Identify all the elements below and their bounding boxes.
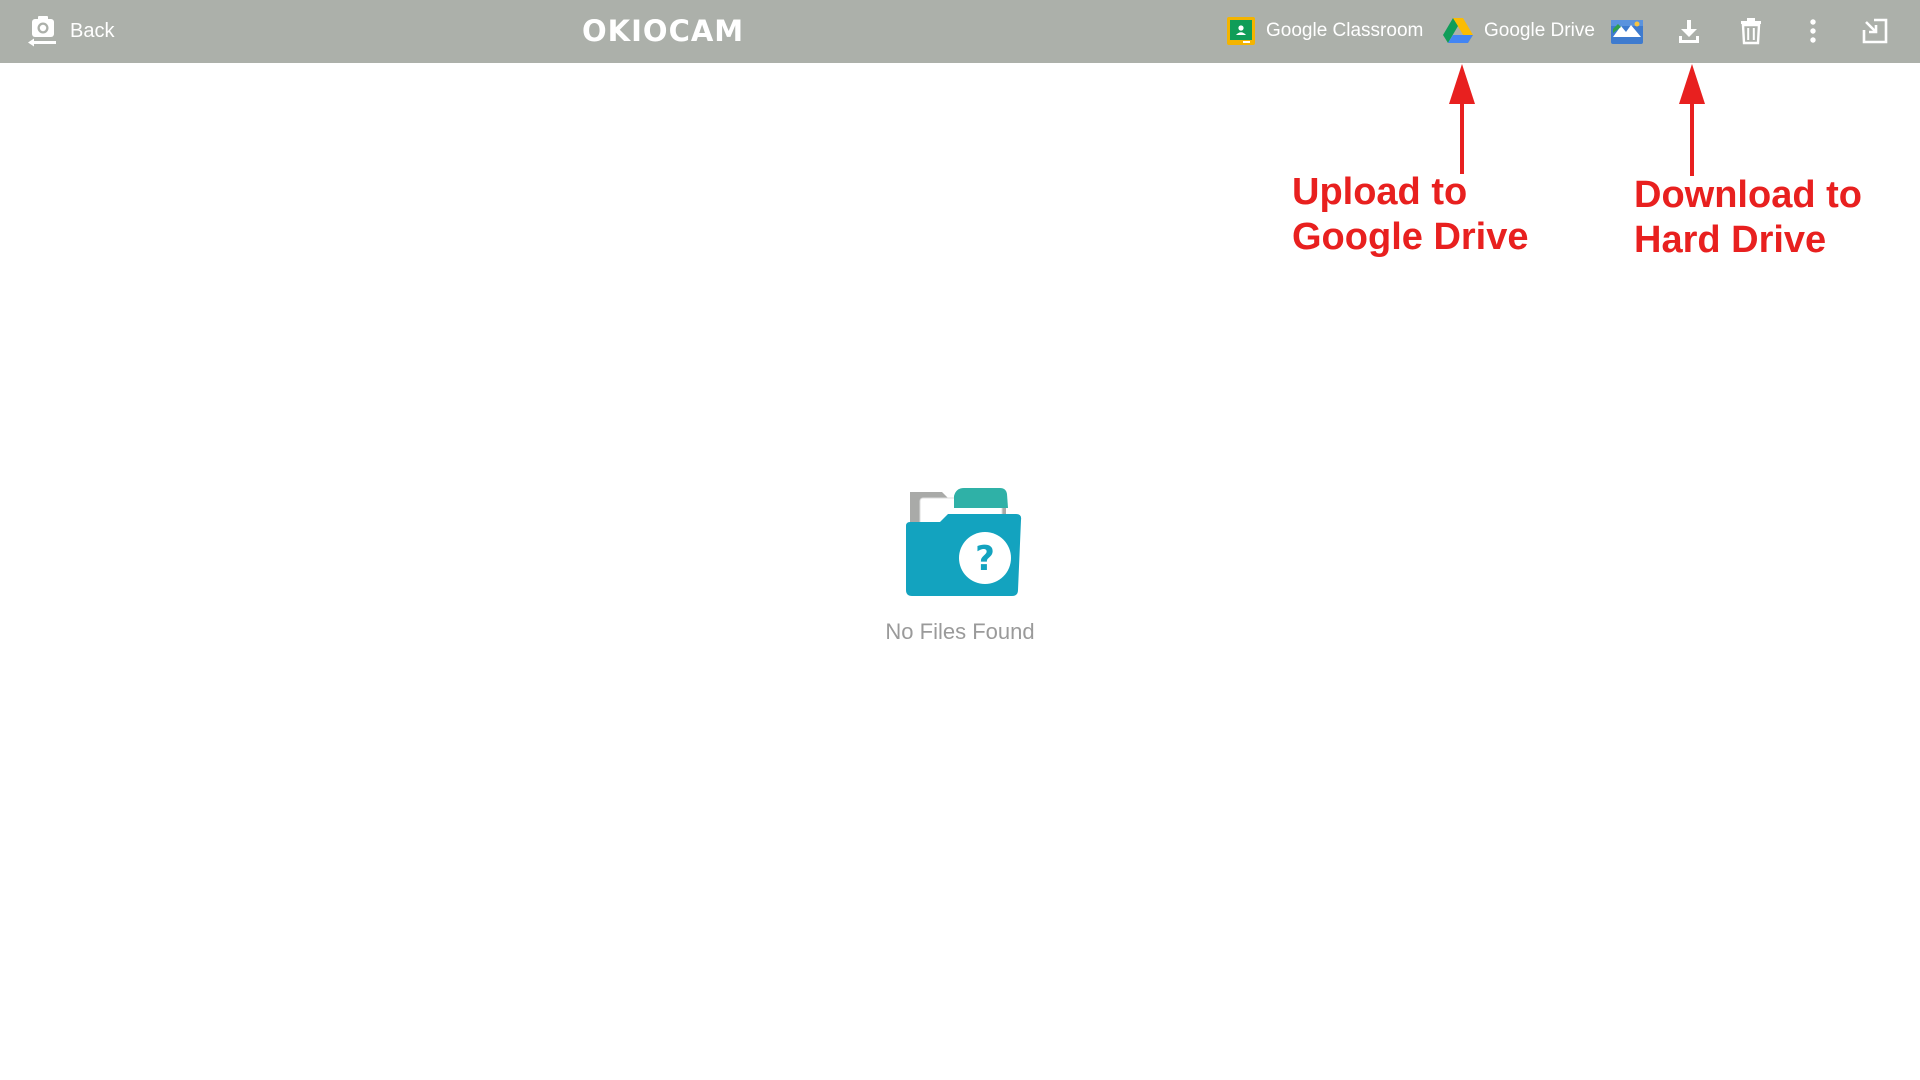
download-icon: [1676, 18, 1702, 44]
upload-arrow: [1449, 64, 1475, 174]
download-annotation-line-1: Download to: [1634, 174, 1862, 216]
upload-annotation-line-2: Google Drive: [1292, 216, 1529, 258]
back-label: Back: [70, 19, 115, 42]
delete-button[interactable]: [1734, 14, 1768, 48]
download-annotation: Download to Hard Drive: [1634, 173, 1862, 263]
svg-text:?: ?: [975, 539, 995, 579]
image-gallery-icon: [1610, 17, 1644, 45]
google-classroom-label: Google Classroom: [1266, 20, 1424, 41]
back-camera-icon: [26, 14, 60, 48]
more-vert-icon: [1809, 18, 1817, 44]
google-classroom-button[interactable]: Google Classroom: [1226, 14, 1423, 48]
upload-annotation-line-1: Upload to: [1292, 171, 1468, 213]
google-drive-icon: [1442, 16, 1474, 46]
exit-fullscreen-icon: [1862, 18, 1888, 44]
no-files-message: No Files Found: [885, 619, 1035, 644]
image-gallery-button[interactable]: [1609, 14, 1645, 48]
empty-state: ? No Files Found: [860, 478, 1060, 645]
top-toolbar: Back OKIOCAM Google Classroom Google Dri…: [0, 0, 1920, 63]
download-annotation-line-2: Hard Drive: [1634, 219, 1827, 261]
trash-icon: [1739, 17, 1763, 45]
download-button[interactable]: [1672, 14, 1706, 48]
folder-question-icon: ?: [860, 478, 1060, 603]
exit-fullscreen-button[interactable]: [1858, 14, 1892, 48]
download-arrow: [1679, 64, 1705, 176]
back-button[interactable]: Back: [26, 14, 114, 48]
google-drive-button[interactable]: Google Drive: [1442, 14, 1595, 48]
upload-annotation: Upload to Google Drive: [1292, 170, 1529, 260]
app-logo: OKIOCAM: [582, 14, 745, 48]
google-classroom-icon: [1226, 16, 1256, 46]
google-drive-label: Google Drive: [1484, 20, 1595, 41]
more-options-button[interactable]: [1796, 14, 1830, 48]
